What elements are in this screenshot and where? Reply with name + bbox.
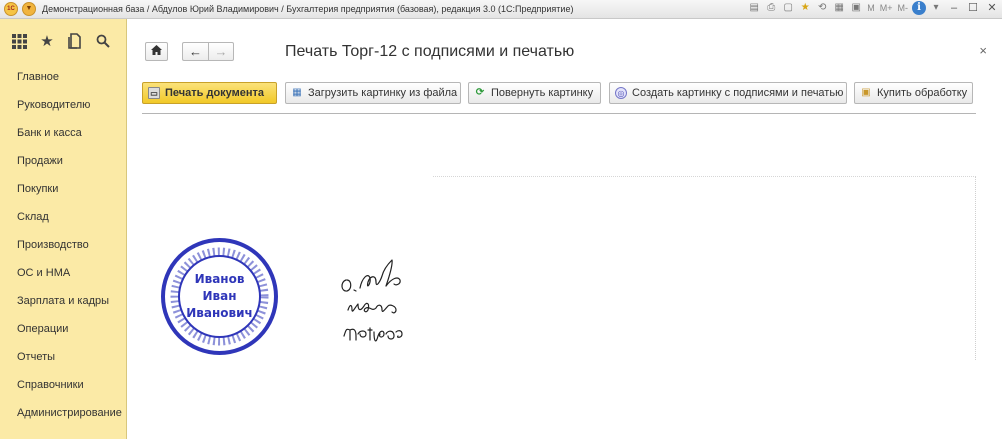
cart-icon: ▣ (861, 87, 871, 98)
section-bank-cash[interactable]: Банк и касса (0, 119, 126, 147)
print-icon[interactable]: ⎙ (764, 1, 778, 15)
close-form-icon[interactable]: × (979, 43, 987, 58)
create-image-button[interactable]: ◎ Создать картинку с подписями и печатью (609, 82, 847, 104)
create-image-label: Создать картинку с подписями и печатью (632, 87, 844, 99)
seal-name: Иван (202, 289, 237, 303)
seal-surname: Иванов (194, 272, 245, 286)
sections-panel: ★ Главное Руководителю Банк и касса Прод… (0, 19, 127, 439)
window-title: Демонстрационная база / Абдулов Юрий Вла… (42, 4, 574, 14)
favorites-icon[interactable]: ★ (798, 1, 812, 15)
forward-button[interactable]: → (208, 42, 234, 61)
print-document-button[interactable]: ▭ Печать документа (142, 82, 277, 104)
rotate-image-button[interactable]: ⟳ Повернуть картинку (468, 82, 601, 104)
sections-list: Главное Руководителю Банк и касса Продаж… (0, 63, 126, 427)
section-sales[interactable]: Продажи (0, 147, 126, 175)
app-logo-icon: 1C (4, 2, 18, 16)
minimize-icon[interactable]: – (946, 1, 962, 15)
image-edge (433, 176, 976, 360)
preview-icon[interactable]: ▢ (781, 1, 795, 15)
memory-m-minus[interactable]: M- (897, 1, 910, 15)
section-manager[interactable]: Руководителю (0, 91, 126, 119)
close-window-icon[interactable]: ✕ (984, 1, 1000, 15)
arrow-right-icon: → (214, 44, 228, 59)
print-document-label: Печать документа (165, 87, 265, 99)
search-icon[interactable] (93, 31, 113, 51)
seal-center: Иванов Иван Иванович (178, 255, 261, 338)
calculator-icon[interactable]: ▣ (849, 1, 863, 15)
main-menu-icon[interactable]: ▼ (22, 2, 36, 16)
arrow-left-icon: ← (189, 44, 202, 59)
favorites-star-icon[interactable]: ★ (37, 31, 57, 51)
load-image-label: Загрузить картинку из файла (308, 87, 458, 99)
section-purchases[interactable]: Покупки (0, 175, 126, 203)
section-warehouse[interactable]: Склад (0, 203, 126, 231)
save-icon[interactable]: ▤ (747, 1, 761, 15)
section-main[interactable]: Главное (0, 63, 126, 91)
rotate-image-label: Повернуть картинку (491, 87, 594, 99)
seal-patronymic: Иванович (186, 306, 253, 320)
maximize-icon[interactable]: ☐ (965, 1, 981, 15)
printer-icon: ▭ (148, 87, 160, 99)
section-catalogs[interactable]: Справочники (0, 371, 126, 399)
section-reports[interactable]: Отчеты (0, 343, 126, 371)
sections-grid-icon[interactable] (9, 31, 29, 51)
section-production[interactable]: Производство (0, 231, 126, 259)
buy-processing-label: Купить обработку (877, 87, 968, 99)
history-icon[interactable]: ⟲ (815, 1, 829, 15)
form-area: ← → Печать Торг-12 с подписями и печатью… (128, 19, 1002, 439)
window-titlebar: 1C ▼ Демонстрационная база / Абдулов Юри… (0, 0, 1002, 19)
page-title: Печать Торг-12 с подписями и печатью (285, 43, 575, 60)
section-payroll[interactable]: Зарплата и кадры (0, 287, 126, 315)
section-administration[interactable]: Администрирование (0, 399, 126, 427)
history-icon[interactable] (65, 31, 85, 51)
memory-m[interactable]: M (866, 1, 876, 15)
back-button[interactable]: ← (182, 42, 208, 61)
load-image-button[interactable]: ▦ Загрузить картинку из файла (285, 82, 461, 104)
handwritten-signatures (341, 259, 403, 342)
stamp-icon: ◎ (615, 87, 627, 99)
rotate-icon: ⟳ (475, 87, 485, 98)
home-icon (151, 45, 162, 55)
sidebar-toolbar: ★ (0, 19, 126, 63)
section-fixed-assets[interactable]: ОС и НМА (0, 259, 126, 287)
preview-image: Иванов Иван Иванович (142, 174, 978, 364)
toolbar-separator (142, 113, 976, 114)
buy-processing-button[interactable]: ▣ Купить обработку (854, 82, 973, 104)
home-button[interactable] (145, 42, 168, 61)
load-image-icon: ▦ (292, 87, 302, 98)
section-operations[interactable]: Операции (0, 315, 126, 343)
company-seal: Иванов Иван Иванович (161, 238, 278, 355)
memory-m-plus[interactable]: M+ (879, 1, 894, 15)
titlebar-tools: ▤ ⎙ ▢ ★ ⟲ ▦ ▣ M M+ M- i ▾ – ☐ ✕ (747, 1, 1000, 15)
info-menu-chevron-icon[interactable]: ▾ (929, 1, 943, 15)
info-icon[interactable]: i (912, 1, 926, 15)
calendar-icon[interactable]: ▦ (832, 1, 846, 15)
